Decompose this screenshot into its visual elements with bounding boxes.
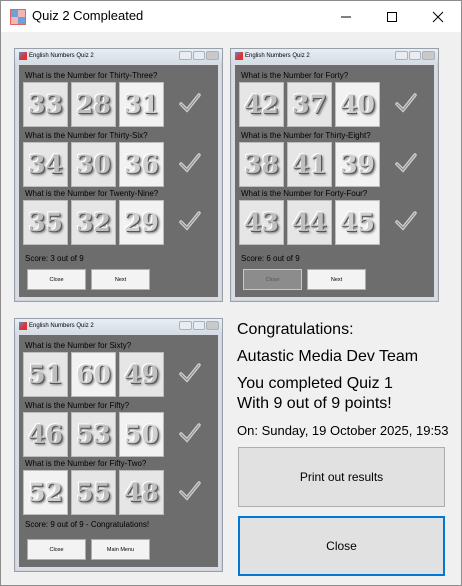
mini-close-button: Close <box>27 269 86 290</box>
answer-tile: 42 <box>239 82 284 127</box>
checkmark-icon <box>395 93 417 113</box>
mini-title-bar: English Numbers Quiz 2 <box>231 49 438 63</box>
answer-tile: 33 <box>23 82 68 127</box>
checkmark-icon <box>395 153 417 173</box>
question-label: What is the Number for Twenty-Nine? <box>25 189 159 198</box>
answer-tile: 48 <box>119 470 164 515</box>
app-icon <box>10 9 26 25</box>
answer-tile: 50 <box>119 412 164 457</box>
checkmark-icon <box>179 423 201 443</box>
quiz-complete-window: Quiz 2 Compleated English Numbers Quiz 2… <box>0 0 462 586</box>
mini-window-controls <box>395 51 436 60</box>
close-button[interactable]: Close <box>238 516 445 576</box>
team-label: Autastic Media Dev Team <box>237 348 419 365</box>
checkmark-icon <box>179 93 201 113</box>
mini-body: What is the Number for Sixty? 51 60 49 W… <box>19 335 218 567</box>
mini-close-button: Close <box>27 539 86 560</box>
score-label: Score: 3 out of 9 <box>25 254 84 263</box>
answer-tile: 28 <box>71 82 116 127</box>
print-results-button[interactable]: Print out results <box>238 447 445 507</box>
checkmark-icon <box>179 363 201 383</box>
checkmark-icon <box>395 211 417 231</box>
mini-main-menu-button: Main Menu <box>91 539 150 560</box>
title-bar[interactable]: Quiz 2 Compleated <box>1 1 461 32</box>
question-label: What is the Number for Fifty-Two? <box>25 459 147 468</box>
maximize-icon <box>387 11 397 22</box>
question-label: What is the Number for Thirty-Three? <box>25 71 158 80</box>
answer-tile: 53 <box>71 412 116 457</box>
mini-window-controls <box>179 51 220 60</box>
maximize-button[interactable] <box>369 1 415 32</box>
answer-tile: 32 <box>71 200 116 245</box>
congratulations-label: Congratulations: <box>237 321 354 338</box>
question-label: What is the Number for Thirty-Eight? <box>241 131 371 140</box>
checkmark-icon <box>179 153 201 173</box>
answer-tile: 44 <box>287 200 332 245</box>
answer-tile: 46 <box>23 412 68 457</box>
question-label: What is the Number for Sixty? <box>25 341 132 350</box>
mini-window-title: English Numbers Quiz 2 <box>29 53 94 59</box>
answer-tile: 38 <box>239 142 284 187</box>
completed-label: You completed Quiz 1 <box>237 375 393 392</box>
question-label: What is the Number for Forty? <box>241 71 349 80</box>
answer-tile: 51 <box>23 352 68 397</box>
mini-window-title: English Numbers Quiz 2 <box>29 323 94 329</box>
mini-next-button: Next <box>91 269 150 290</box>
answer-tile: 36 <box>119 142 164 187</box>
answer-tile: 52 <box>23 470 68 515</box>
question-label: What is the Number for Thirty-Six? <box>25 131 148 140</box>
answer-tile: 30 <box>71 142 116 187</box>
score-label: Score: 9 out of 9 - Congratulations! <box>25 520 150 529</box>
mini-title-bar: English Numbers Quiz 2 <box>15 49 222 63</box>
mini-title-bar: English Numbers Quiz 2 <box>15 319 222 333</box>
mini-window-title: English Numbers Quiz 2 <box>245 53 310 59</box>
answer-tile: 37 <box>287 82 332 127</box>
answer-tile: 40 <box>335 82 380 127</box>
answer-tile: 39 <box>335 142 380 187</box>
question-label: What is the Number for Forty-Four? <box>241 189 368 198</box>
quiz-screenshot-2: English Numbers Quiz 2 What is the Numbe… <box>230 48 439 302</box>
mini-close-button: Close <box>243 269 302 290</box>
answer-tile: 29 <box>119 200 164 245</box>
answer-tile: 35 <box>23 200 68 245</box>
window-title: Quiz 2 Compleated <box>32 8 144 23</box>
date-label: On: Sunday, 19 October 2025, 19:53 <box>237 423 449 438</box>
answer-tile: 34 <box>23 142 68 187</box>
mini-window-controls <box>179 321 220 330</box>
mini-app-icon <box>19 52 27 60</box>
points-label: With 9 out of 9 points! <box>237 395 392 412</box>
answer-tile: 49 <box>119 352 164 397</box>
answer-tile: 55 <box>71 470 116 515</box>
answer-tile: 41 <box>287 142 332 187</box>
quiz-screenshot-1: English Numbers Quiz 2 What is the Numbe… <box>14 48 223 302</box>
mini-body: What is the Number for Forty? 42 37 40 W… <box>235 65 434 297</box>
checkmark-icon <box>179 481 201 501</box>
score-label: Score: 6 out of 9 <box>241 254 300 263</box>
mini-app-icon <box>235 52 243 60</box>
checkmark-icon <box>179 211 201 231</box>
close-icon <box>432 11 444 22</box>
answer-tile: 31 <box>119 82 164 127</box>
minimize-button[interactable] <box>323 1 369 32</box>
mini-next-button: Next <box>307 269 366 290</box>
mini-app-icon <box>19 322 27 330</box>
answer-tile: 60 <box>71 352 116 397</box>
minimize-icon <box>341 16 351 17</box>
quiz-screenshot-3: English Numbers Quiz 2 What is the Numbe… <box>14 318 223 572</box>
mini-body: What is the Number for Thirty-Three? 33 … <box>19 65 218 297</box>
close-window-button[interactable] <box>415 1 461 32</box>
question-label: What is the Number for Fifty? <box>25 401 130 410</box>
answer-tile: 45 <box>335 200 380 245</box>
answer-tile: 43 <box>239 200 284 245</box>
